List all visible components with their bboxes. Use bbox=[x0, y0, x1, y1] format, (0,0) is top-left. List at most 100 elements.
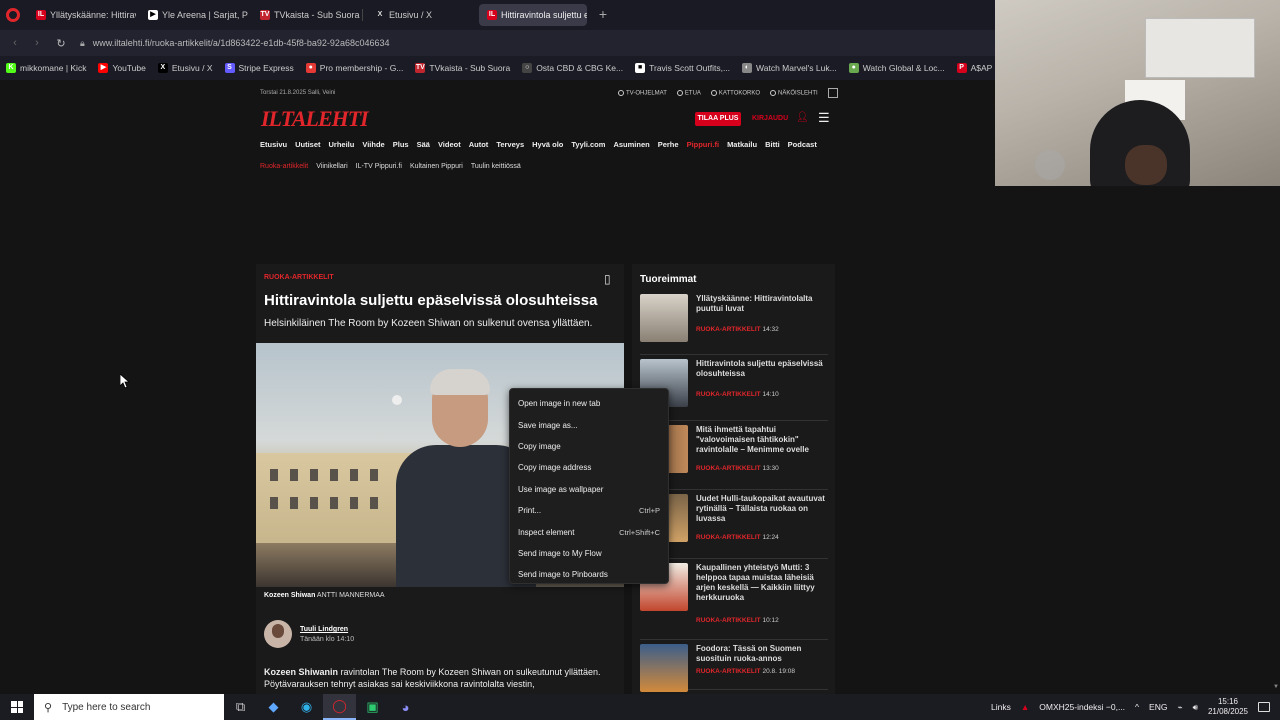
task-view-icon[interactable]: ⧉ bbox=[224, 694, 257, 720]
nav-item[interactable]: Bitti bbox=[765, 140, 780, 149]
back-icon[interactable]: ‹ bbox=[8, 37, 22, 49]
latest-list-item[interactable]: Foodora: Tässä on Suomen suosituin ruoka… bbox=[640, 644, 830, 692]
author-name[interactable]: Tuuli Lindgren bbox=[300, 626, 348, 633]
edge-icon[interactable]: ◉ bbox=[290, 694, 323, 720]
bookmark-item[interactable]: ◐ Watch Marvel's Luk... bbox=[736, 63, 843, 73]
bookmark-item[interactable]: TV TVkaista - Sub Suora bbox=[409, 63, 516, 73]
new-tab-button[interactable]: + bbox=[595, 7, 611, 23]
top-link-kattokorko[interactable]: KATTOKORKO bbox=[710, 89, 760, 96]
latest-headline[interactable]: Uudet Hulli-taukopaikat avautuvat rytinä… bbox=[696, 494, 830, 524]
app-green-icon[interactable]: ▣ bbox=[356, 694, 389, 720]
nav-item[interactable]: Autot bbox=[469, 140, 489, 149]
subnav-item[interactable]: Ruoka-artikkelit bbox=[260, 163, 308, 170]
context-menu-item[interactable]: Print... Ctrl+P bbox=[510, 500, 668, 521]
nav-item[interactable]: Terveys bbox=[496, 140, 524, 149]
latest-list-item[interactable]: Yllätyskäänne: Hittiravintolalta puuttui… bbox=[640, 294, 828, 355]
nav-item[interactable]: Viihde bbox=[362, 140, 384, 149]
nav-item[interactable]: Hyvä olo bbox=[532, 140, 563, 149]
top-link-etua[interactable]: ETUA bbox=[676, 89, 701, 96]
tab-4-active[interactable]: IL Hittiravintola suljettu epä bbox=[479, 4, 587, 26]
nav-item[interactable]: Asuminen bbox=[613, 140, 649, 149]
subnav-item[interactable]: Viinikellari bbox=[316, 163, 347, 170]
login-link[interactable]: KIRJAUDU bbox=[752, 115, 788, 122]
bookmark-item[interactable]: ○ Osta CBD & CBG Ke... bbox=[516, 63, 629, 73]
top-link-tv[interactable]: TV-OHJELMAT bbox=[618, 89, 667, 96]
tab-1[interactable]: ▶ Yle Areena | Sarjat, Podcast bbox=[140, 4, 248, 26]
stock-ticker[interactable]: OMXH25-indeksi −0,... bbox=[1039, 702, 1125, 712]
nav-item[interactable]: Urheilu bbox=[329, 140, 355, 149]
browser-tab-bar: IL Yllätyskäänne: Hittiravintola ▶ Yle Are… bbox=[0, 0, 995, 30]
latest-headline[interactable]: Hittiravintola suljettu epäselvissä olos… bbox=[696, 359, 830, 379]
notification-icon[interactable] bbox=[1258, 702, 1270, 712]
volume-icon[interactable]: 🔊︎ bbox=[1193, 702, 1198, 713]
subnav-item[interactable]: Kultainen Pippuri bbox=[410, 163, 463, 170]
latest-meta: RUOKA-ARTIKKELIT 12:24 bbox=[696, 534, 779, 541]
latest-headline[interactable]: Foodora: Tässä on Suomen suosituin ruoka… bbox=[696, 644, 830, 664]
nav-item[interactable]: Sää bbox=[417, 140, 430, 149]
bookmark-label: TVkaista - Sub Suora bbox=[429, 63, 511, 73]
latest-headline[interactable]: Kaupallinen yhteistyö Mutti: 3 helppoa t… bbox=[696, 563, 830, 603]
context-menu-item[interactable]: Send image to My Flow bbox=[510, 543, 668, 564]
context-menu-item[interactable]: Send image to Pinboards bbox=[510, 564, 668, 585]
tab-2[interactable]: TV TVkaista - Sub Suora bbox=[252, 4, 360, 26]
context-menu-item[interactable]: Use image as wallpaper bbox=[510, 479, 668, 500]
lock-icon[interactable]: 🔒︎ bbox=[80, 38, 85, 49]
bookmark-icon[interactable]: ▯ bbox=[604, 272, 614, 286]
site-logo[interactable]: ILTALEHTI bbox=[261, 106, 369, 132]
opera-menu-icon[interactable] bbox=[6, 8, 20, 22]
user-icon[interactable]: 👤︎ bbox=[796, 112, 809, 124]
language-indicator[interactable]: ENG bbox=[1149, 702, 1167, 712]
url-field[interactable]: www.iltalehti.fi/ruoka-artikkelit/a/1d86… bbox=[93, 38, 390, 48]
tab-3[interactable]: X Etusivu / X bbox=[367, 4, 475, 26]
context-menu-item[interactable]: Inspect element Ctrl+Shift+C bbox=[510, 521, 668, 542]
top-link-nakoislehti[interactable]: NÄKÖISLEHTI bbox=[770, 89, 818, 96]
context-menu-item[interactable]: Save image as... bbox=[510, 414, 668, 435]
bookmark-item[interactable]: ● Pro membership - G... bbox=[300, 63, 410, 73]
article-category[interactable]: RUOKA-ARTIKKELIT bbox=[264, 274, 334, 281]
latest-headline[interactable]: Yllätyskäänne: Hittiravintolalta puuttui… bbox=[696, 294, 830, 314]
tab-0[interactable]: IL Yllätyskäänne: Hittiravintola bbox=[28, 4, 136, 26]
nav-item[interactable]: Perhe bbox=[658, 140, 679, 149]
links-toolbar[interactable]: Links bbox=[991, 702, 1011, 712]
nav-item[interactable]: Plus bbox=[393, 140, 409, 149]
latest-thumbnail[interactable] bbox=[640, 644, 688, 692]
bookmark-item[interactable]: PA$AP ROCKY x PU... bbox=[951, 63, 995, 73]
nav-item[interactable]: Pippuri.fi bbox=[687, 140, 720, 149]
subnav-item[interactable]: IL-TV Pippuri.fi bbox=[356, 163, 402, 170]
context-menu-item[interactable]: Copy image bbox=[510, 436, 668, 457]
bookmark-item[interactable]: X Etusivu / X bbox=[152, 63, 219, 73]
chevron-up-icon[interactable]: ^ bbox=[1135, 702, 1139, 712]
bookmark-item[interactable]: ▶ YouTube bbox=[92, 63, 151, 73]
clock[interactable]: 15:16 21/08/2025 bbox=[1208, 697, 1248, 717]
taskbar-search[interactable]: ⚲ Type here to search bbox=[34, 694, 224, 720]
bookmark-item[interactable]: ● Watch Global & Loc... bbox=[843, 63, 951, 73]
nav-item[interactable]: Tyyli.com bbox=[571, 140, 605, 149]
nav-item[interactable]: Videot bbox=[438, 140, 461, 149]
bookmark-item[interactable]: Kmikkomane | Kick bbox=[0, 63, 92, 73]
nav-item[interactable]: Etusivu bbox=[260, 140, 287, 149]
article-headline: Hittiravintola suljettu epäselvissä olos… bbox=[264, 292, 598, 309]
nav-item[interactable]: Matkailu bbox=[727, 140, 757, 149]
nav-item[interactable]: Uutiset bbox=[295, 140, 320, 149]
nav-item[interactable]: Podcast bbox=[788, 140, 817, 149]
forward-icon[interactable]: › bbox=[30, 37, 44, 49]
hamburger-menu-icon[interactable]: ☰ bbox=[818, 111, 832, 124]
discord-icon[interactable]: ◕ bbox=[389, 694, 422, 720]
latest-thumbnail[interactable] bbox=[640, 294, 688, 342]
bookmark-item[interactable]: S Stripe Express bbox=[219, 63, 300, 73]
start-button[interactable] bbox=[0, 694, 34, 720]
bookmark-label: A$AP ROCKY x PU... bbox=[970, 63, 995, 73]
grid-icon[interactable] bbox=[827, 88, 838, 98]
opera-icon[interactable]: ◯ bbox=[323, 694, 356, 720]
author-avatar[interactable] bbox=[264, 620, 292, 648]
subscribe-button[interactable]: TILAA PLUS bbox=[695, 112, 741, 126]
subnav-item[interactable]: Tuulin keittiössä bbox=[471, 163, 521, 170]
latest-headline[interactable]: Mitä ihmettä tapahtui "valovoimaisen täh… bbox=[696, 425, 830, 455]
context-menu-item[interactable]: Open image in new tab bbox=[510, 393, 668, 414]
app-icon[interactable]: ◆ bbox=[257, 694, 290, 720]
context-menu-item[interactable]: Copy image address bbox=[510, 457, 668, 478]
reload-icon[interactable]: ↻ bbox=[54, 37, 68, 50]
scroll-down-icon[interactable]: ▼ bbox=[1273, 684, 1279, 690]
bookmark-item[interactable]: ■ Travis Scott Outfits,... bbox=[629, 63, 736, 73]
network-icon[interactable]: ⌁ bbox=[1177, 702, 1182, 713]
